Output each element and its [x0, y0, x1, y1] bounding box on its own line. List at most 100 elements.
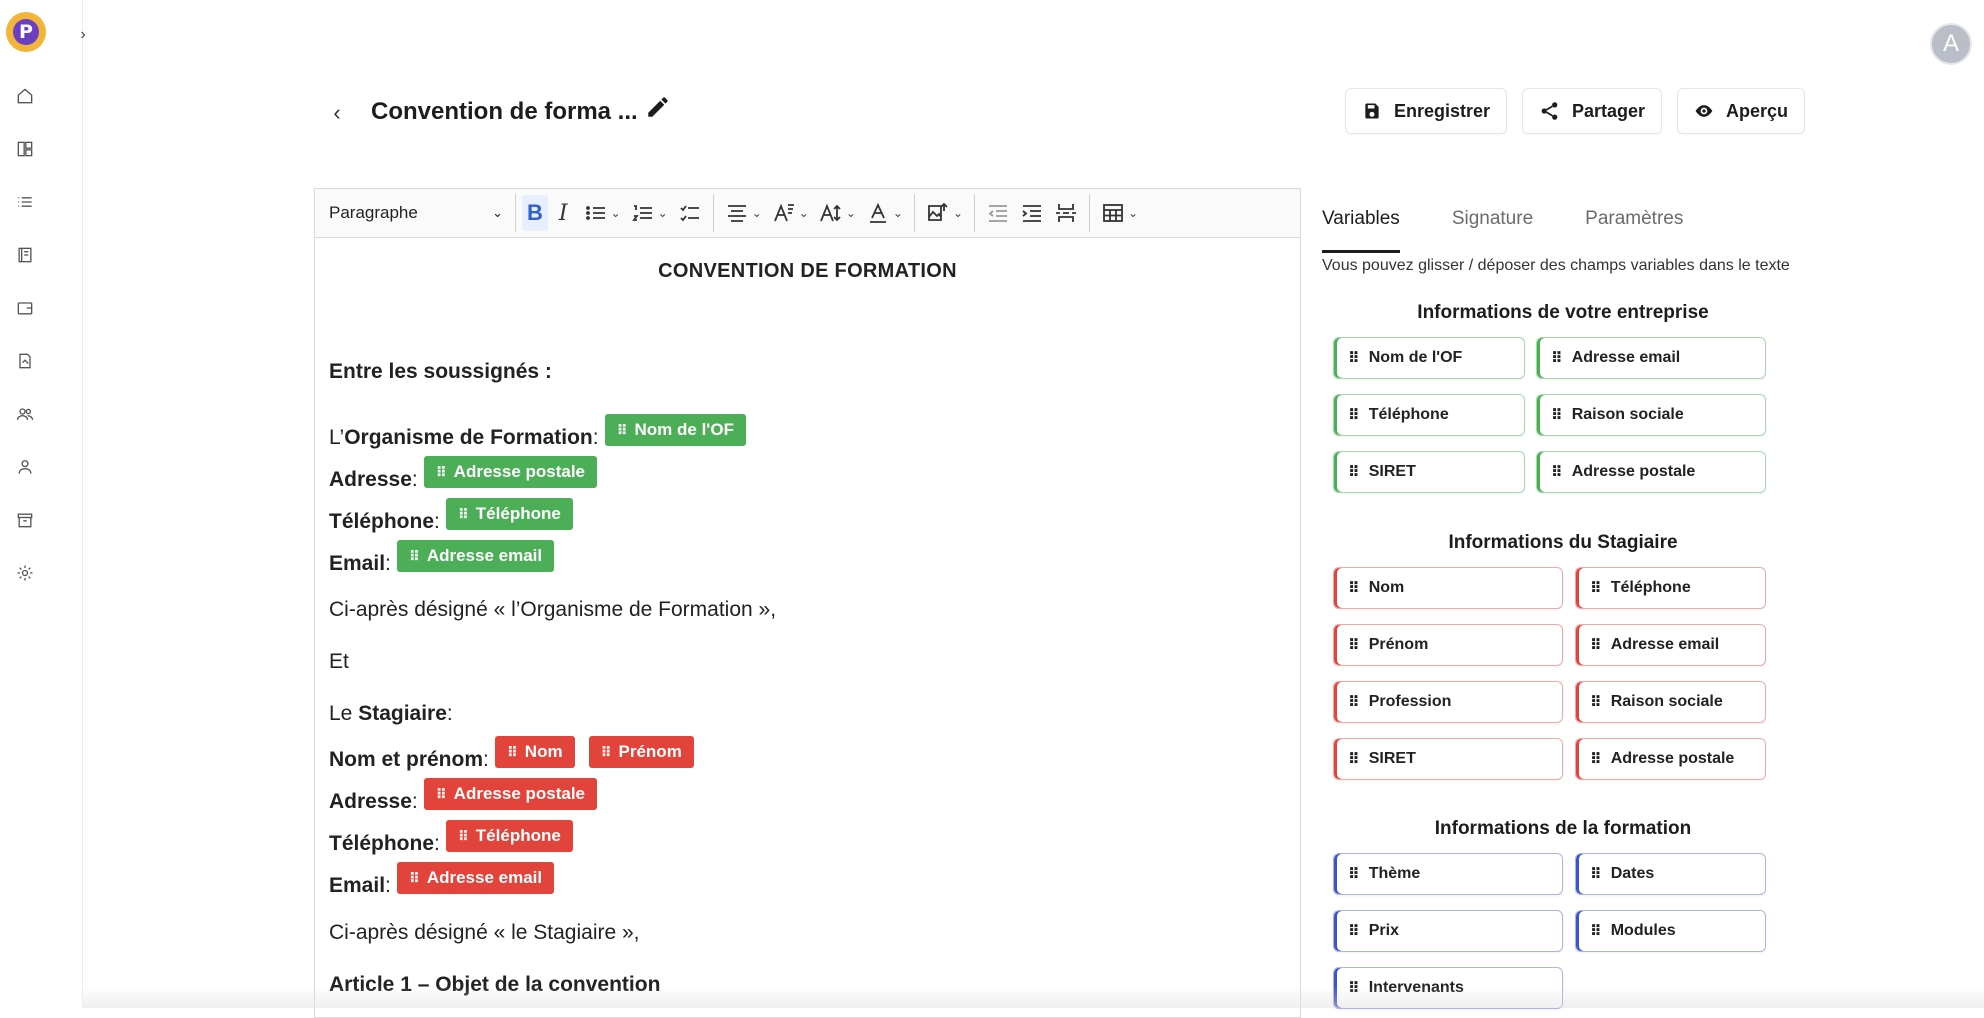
checklist-button[interactable]: [673, 195, 707, 231]
tab-signature[interactable]: Signature: [1452, 200, 1533, 253]
variable-chip-trainee-email[interactable]: ⠿Adresse email: [397, 862, 554, 894]
variable-chip-trainee-address[interactable]: ⠿Adresse postale: [424, 778, 597, 810]
variable-item[interactable]: ⠿Raison sociale: [1536, 394, 1766, 436]
drag-handle-icon: ⠿: [1348, 349, 1359, 367]
wallet-icon[interactable]: [13, 296, 37, 320]
variable-item[interactable]: ⠿ Raison sociale: [1575, 681, 1766, 723]
document-content[interactable]: CONVENTION DE FORMATION Entre les soussi…: [315, 238, 1300, 1018]
drag-handle-icon: ⠿: [1348, 922, 1359, 940]
tab-variables[interactable]: Variables: [1322, 200, 1400, 253]
save-button[interactable]: Enregistrer: [1345, 88, 1507, 134]
drag-handle-icon: ⠿: [1590, 750, 1601, 768]
variable-item[interactable]: ⠿SIRET: [1333, 738, 1563, 780]
variable-item[interactable]: ⠿Thème: [1333, 853, 1563, 895]
variable-item[interactable]: ⠿Intervenants: [1333, 967, 1563, 1009]
variable-item[interactable]: ⠿ Profession: [1333, 681, 1563, 723]
book-icon[interactable]: [13, 243, 37, 267]
heading-button[interactable]: ⌄: [767, 195, 814, 231]
drag-handle-icon: ⠿: [436, 786, 446, 803]
users-icon[interactable]: [13, 402, 37, 426]
indent-button[interactable]: [1015, 195, 1049, 231]
variable-chip-org-name[interactable]: ⠿Nom de l'OF: [605, 414, 746, 446]
paragraph-style-select[interactable]: Paragraphe ⌄: [325, 195, 509, 231]
variable-item[interactable]: ⠿Adresse email: [1575, 624, 1766, 666]
insert-table-button[interactable]: ⌄: [1096, 195, 1143, 231]
variable-item[interactable]: ⠿ Dates: [1575, 853, 1766, 895]
variable-item[interactable]: ⠿Adresse postale: [1575, 738, 1766, 780]
variable-item-label: Raison sociale: [1611, 693, 1723, 711]
back-button[interactable]: ‹: [322, 98, 352, 128]
drag-handle-icon: ⠿: [1348, 865, 1359, 883]
drag-handle-icon: ⠿: [1590, 693, 1601, 711]
chevron-down-icon: ⌄: [893, 206, 903, 220]
variable-item-label: Dates: [1611, 865, 1655, 883]
insert-image-button[interactable]: ⌄: [921, 195, 968, 231]
outdent-button[interactable]: [981, 195, 1015, 231]
article-1-text: Article 1 – Objet de la convention: [329, 973, 660, 997]
variable-chip-trainee-last-name[interactable]: ⠿Nom: [495, 736, 575, 768]
app-logo[interactable]: P: [6, 12, 46, 52]
chevron-left-icon: ‹: [333, 100, 340, 126]
colon: :: [447, 702, 453, 726]
numbered-list-icon: [631, 201, 655, 225]
home-icon[interactable]: [13, 84, 37, 108]
page-break-button[interactable]: [1049, 195, 1083, 231]
drag-handle-icon: ⠿: [617, 422, 627, 439]
variable-chip-trainee-first-name[interactable]: ⠿Prénom: [589, 736, 694, 768]
user-avatar[interactable]: A: [1930, 23, 1972, 65]
expand-sidebar-button[interactable]: ›: [73, 25, 93, 45]
variable-item[interactable]: ⠿Modules: [1575, 910, 1766, 952]
drag-handle-icon: ⠿: [1348, 693, 1359, 711]
variable-item[interactable]: ⠿Prix: [1333, 910, 1563, 952]
trainee-phone-line: Téléphone : ⠿Téléphone: [329, 828, 573, 860]
drag-handle-icon: ⠿: [1590, 865, 1601, 883]
variable-item[interactable]: ⠿Adresse postale: [1536, 451, 1766, 493]
trainee-prefix: Le: [329, 702, 358, 726]
variable-item[interactable]: ⠿ Prénom: [1333, 624, 1563, 666]
font-color-button[interactable]: ⌄: [861, 195, 908, 231]
drag-handle-icon: ⠿: [436, 464, 446, 481]
drag-handle-icon: ⠿: [1590, 636, 1601, 654]
variable-chip-org-phone[interactable]: ⠿Téléphone: [446, 498, 573, 530]
share-button[interactable]: Partager: [1522, 88, 1662, 134]
archive-icon[interactable]: [13, 508, 37, 532]
drag-handle-icon: ⠿: [1551, 349, 1562, 367]
bullet-list-button[interactable]: ⌄: [579, 195, 626, 231]
italic-button[interactable]: I: [554, 195, 573, 231]
group-title-formation: Informations de la formation: [1333, 818, 1793, 840]
align-button[interactable]: ⌄: [720, 195, 767, 231]
preview-button[interactable]: Aperçu: [1677, 88, 1805, 134]
paragraph-style-value: Paragraphe: [329, 203, 418, 223]
bold-button[interactable]: B: [522, 195, 548, 231]
user-icon[interactable]: [13, 455, 37, 479]
variable-item[interactable]: ⠿SIRET: [1333, 451, 1525, 493]
tab-parametres[interactable]: Paramètres: [1585, 200, 1683, 253]
variable-chip-org-email[interactable]: ⠿Adresse email: [397, 540, 554, 572]
trainee-label: Stagiaire: [358, 702, 447, 726]
chip-label: Prénom: [619, 742, 682, 762]
variable-item[interactable]: ⠿Téléphone: [1575, 567, 1766, 609]
avatar-letter: A: [1943, 30, 1959, 58]
eye-icon: [1694, 99, 1714, 123]
document-sign-icon[interactable]: [13, 349, 37, 373]
numbered-list-button[interactable]: ⌄: [626, 195, 673, 231]
variable-item[interactable]: ⠿Adresse email: [1536, 337, 1766, 379]
variable-chip-org-address[interactable]: ⠿Adresse postale: [424, 456, 597, 488]
font-size-button[interactable]: ⌄: [814, 195, 861, 231]
drag-handle-icon: ⠿: [1348, 636, 1359, 654]
variable-item[interactable]: ⠿Nom de l'OF: [1333, 337, 1525, 379]
document-heading: CONVENTION DE FORMATION: [327, 260, 1288, 283]
toolbar-divider: [1089, 194, 1090, 232]
settings-icon[interactable]: [13, 561, 37, 585]
layout-icon[interactable]: [13, 137, 37, 161]
variable-item-label: Prénom: [1369, 636, 1429, 654]
variable-chip-trainee-phone[interactable]: ⠿Téléphone: [446, 820, 573, 852]
variable-item-label: Profession: [1369, 693, 1452, 711]
org-label: Organisme de Formation: [344, 426, 593, 450]
bullet-list-icon: [584, 201, 608, 225]
edit-title-button[interactable]: [645, 94, 671, 120]
trainee-address-line: Adresse : ⠿Adresse postale: [329, 786, 597, 818]
variable-item[interactable]: ⠿Téléphone: [1333, 394, 1525, 436]
list-icon[interactable]: [13, 190, 37, 214]
variable-item[interactable]: ⠿Nom: [1333, 567, 1563, 609]
